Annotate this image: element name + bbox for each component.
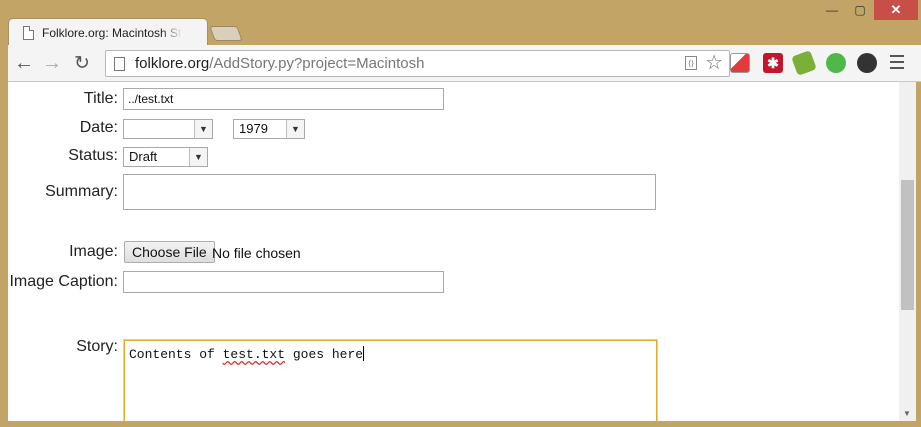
title-input[interactable]: ../test.txt	[123, 88, 444, 110]
url-host: folklore.org	[135, 55, 210, 72]
minimize-button[interactable]: —	[818, 0, 846, 20]
page-icon	[23, 25, 34, 40]
choose-file-button[interactable]: Choose File	[124, 241, 215, 263]
rss-icon[interactable]: ⟨⟩	[685, 56, 698, 70]
scrollbar-thumb[interactable]	[901, 180, 914, 310]
date-year-value: 1979	[239, 121, 268, 136]
new-tab-button[interactable]	[209, 26, 243, 41]
vertical-scrollbar[interactable]: ▼	[899, 82, 916, 421]
summary-textarea[interactable]	[123, 174, 656, 210]
page-icon	[114, 56, 125, 71]
menu-icon[interactable]	[890, 55, 904, 69]
tab-title: Folklore.org: Macintosh Stories	[42, 25, 182, 40]
summary-label: Summary:	[45, 183, 118, 200]
scroll-down-arrow-icon[interactable]: ▼	[903, 409, 911, 418]
story-text-post: goes here	[285, 347, 364, 362]
story-text-pre: Contents of	[129, 347, 223, 362]
bookmark-star-icon[interactable]: ☆	[705, 53, 723, 73]
story-textarea[interactable]: Contents of test.txt goes here	[124, 340, 657, 421]
back-button[interactable]: ←	[12, 51, 36, 75]
date-month-select[interactable]: ▼	[123, 119, 213, 139]
image-caption-input[interactable]	[123, 271, 444, 293]
url-path: /AddStory.py?project=Macintosh	[209, 55, 425, 72]
extension-kaspersky-icon[interactable]	[730, 53, 750, 73]
status-label: Status:	[68, 147, 118, 164]
text-caret	[363, 346, 365, 361]
browser-window: — ▢ ✕ Folklore.org: Macintosh Stories ← …	[0, 0, 921, 427]
story-label: Story:	[76, 338, 118, 355]
page-content: Title: ../test.txt Date: ▼ 1979 ▼ Status…	[8, 82, 899, 421]
address-bar[interactable]: folklore.org/AddStory.py?project=Macinto…	[105, 50, 730, 77]
chevron-down-icon: ▼	[189, 148, 207, 166]
image-caption-label: Image Caption:	[9, 273, 118, 290]
chevron-down-icon: ▼	[194, 120, 212, 138]
maximize-button[interactable]: ▢	[846, 0, 874, 20]
chevron-down-icon: ▼	[286, 120, 304, 138]
story-text-misspelled: test.txt	[222, 347, 286, 362]
date-year-select[interactable]: 1979 ▼	[233, 119, 305, 139]
close-button[interactable]: ✕	[874, 0, 918, 20]
title-label: Title:	[83, 90, 118, 107]
extension-green-icon[interactable]	[826, 53, 846, 73]
reload-button[interactable]: ↻	[70, 51, 94, 75]
status-select[interactable]: Draft ▼	[123, 147, 208, 167]
extension-evernote-icon[interactable]	[791, 50, 817, 76]
extension-incognito-icon[interactable]	[857, 53, 877, 73]
forward-button[interactable]: →	[40, 51, 64, 75]
status-value: Draft	[129, 149, 158, 164]
toolbar: ← → ↻ folklore.org/AddStory.py?project=M…	[8, 45, 921, 82]
tab-active[interactable]: Folklore.org: Macintosh Stories	[8, 18, 208, 46]
date-label: Date:	[79, 119, 118, 136]
extension-lastpass-icon[interactable]: ✱	[763, 53, 783, 73]
image-label: Image:	[69, 243, 118, 260]
no-file-text: No file chosen	[212, 245, 301, 261]
